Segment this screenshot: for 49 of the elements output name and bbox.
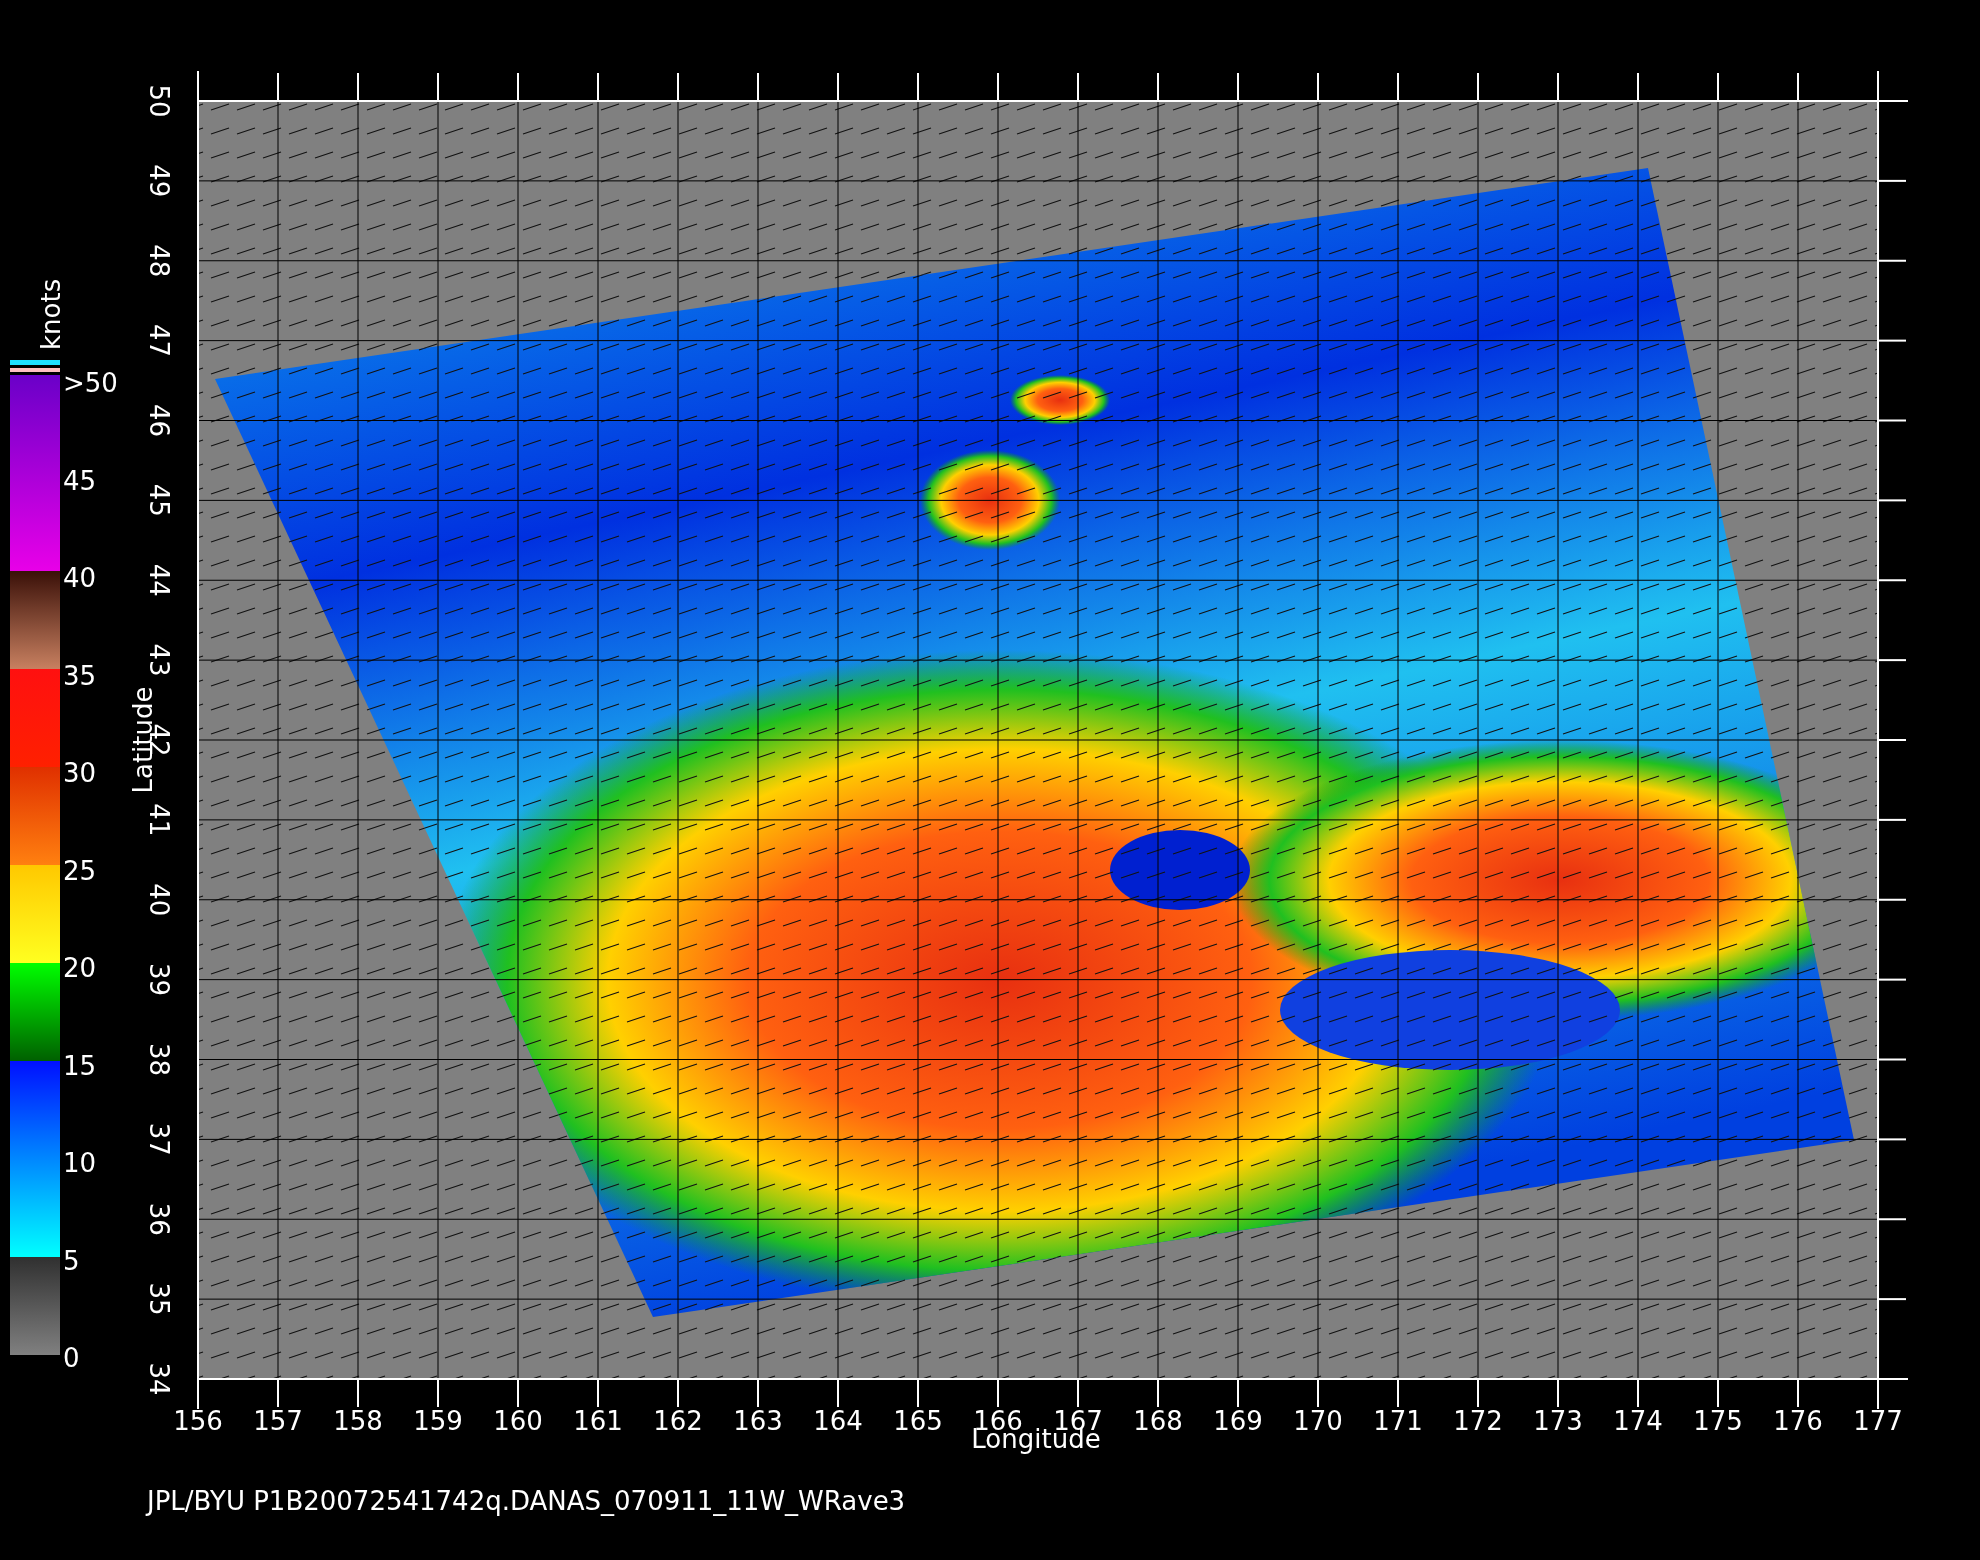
longitude-tick-label: 172 (1453, 1406, 1503, 1436)
latitude-tick-label: 47 (144, 324, 174, 358)
colorbar-unit: knots (36, 278, 66, 350)
latitude-tick-label: 35 (144, 1282, 174, 1316)
latitude-tick-label: 44 (144, 563, 174, 597)
colorbar-label: 30 (63, 758, 97, 788)
longitude-tick-label: 164 (813, 1406, 863, 1436)
longitude-tick-label: 177 (1853, 1406, 1903, 1436)
latitude-tick-label: 46 (144, 403, 174, 438)
latitude-tick-label: 38 (144, 1042, 174, 1077)
latitude-tick-label: 34 (144, 1362, 174, 1396)
longitude-tick-label: 163 (733, 1406, 783, 1436)
colorbar-label: 0 (63, 1343, 80, 1373)
longitude-tick-label: 170 (1293, 1406, 1343, 1436)
colorbar-label: 15 (63, 1050, 97, 1081)
colorbar-label: 35 (63, 660, 97, 691)
latitude-tick-label: 41 (144, 803, 174, 837)
colorbar-label: 5 (63, 1245, 80, 1276)
colorbar-label: >50 (63, 368, 118, 398)
longitude-tick-label: 176 (1773, 1406, 1823, 1436)
longitude-tick-label: 168 (1133, 1406, 1183, 1436)
colorbar-label: 40 (63, 563, 97, 593)
colorbar-label: 45 (63, 465, 97, 496)
longitude-tick-label: 159 (413, 1406, 463, 1436)
latitude-tick-label: 36 (144, 1202, 174, 1236)
longitude-tick-label: 175 (1693, 1406, 1743, 1436)
colorbar-label: 20 (63, 953, 97, 983)
longitude-tick-label: 171 (1373, 1406, 1423, 1436)
latitude-tick-label: 39 (144, 963, 174, 997)
latitude-tick-label: 45 (144, 483, 174, 517)
footer-caption: JPL/BYU P1B20072541742q.DANAS_070911_11W_WRave3 (147, 1486, 906, 1516)
longitude-tick-label: 161 (573, 1406, 623, 1436)
longitude-tick-label: 174 (1613, 1406, 1663, 1436)
longitude-tick-label: 157 (253, 1406, 303, 1436)
longitude-tick-label: 173 (1533, 1406, 1583, 1436)
longitude-tick-label: 169 (1213, 1406, 1263, 1436)
colorbar-label: 10 (63, 1148, 97, 1178)
latitude-tick-label: 49 (144, 164, 174, 198)
latitude-tick-label: 40 (144, 883, 174, 917)
longitude-tick-label: 165 (893, 1406, 943, 1436)
longitude-tick-label: 162 (653, 1406, 703, 1436)
latitude-tick-label: 48 (144, 244, 174, 278)
latitude-tick-label: 50 (144, 84, 174, 118)
longitude-tick-label: 158 (333, 1406, 383, 1436)
latitude-tick-label: 43 (144, 643, 174, 677)
longitude-tick-label: 160 (493, 1406, 543, 1436)
latitude-tick-label: 37 (144, 1122, 174, 1156)
colorbar-label: 25 (63, 855, 97, 886)
longitude-tick-label: 156 (173, 1406, 223, 1436)
